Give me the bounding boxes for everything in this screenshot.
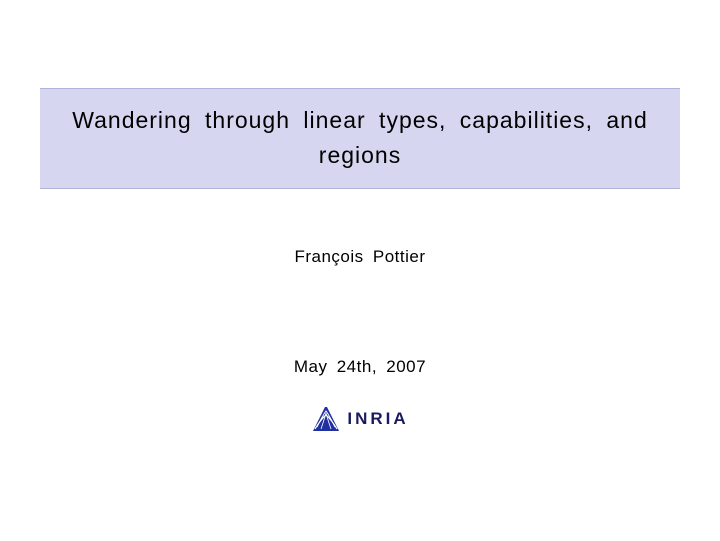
author-name: François Pottier — [294, 247, 425, 267]
slide-title: Wandering through linear types, capabili… — [60, 103, 660, 172]
presentation-date: May 24th, 2007 — [294, 357, 426, 377]
inria-logo: INRIA — [311, 405, 408, 433]
title-block: Wandering through linear types, capabili… — [40, 88, 680, 189]
inria-logo-icon — [311, 405, 341, 433]
inria-logo-text: INRIA — [347, 409, 408, 429]
